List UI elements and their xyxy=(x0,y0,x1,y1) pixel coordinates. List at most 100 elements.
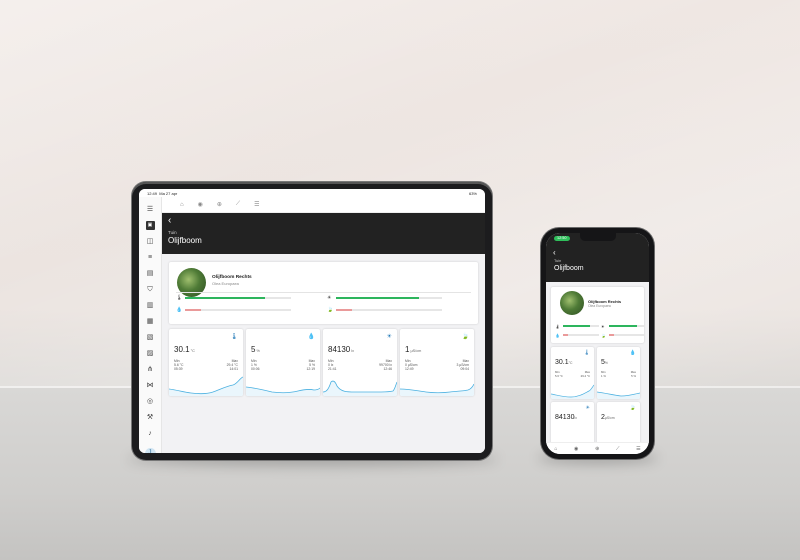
tile-unit: µS/cm xyxy=(410,349,422,353)
moisture-sparkline xyxy=(597,391,640,399)
home-icon[interactable]: ⌂ xyxy=(180,202,184,208)
light-sparkline xyxy=(323,380,397,396)
min-value: 1 % xyxy=(601,373,606,378)
thermometer-icon: 🌡 xyxy=(230,334,238,340)
tile-unit: °C xyxy=(190,349,195,353)
min-value: 5.6 °C xyxy=(555,373,563,378)
plus-icon[interactable]: ⊕ xyxy=(595,446,599,452)
leaf-icon: 🍃 xyxy=(327,307,334,313)
phone-tab-bar: ⌂ ◉ ⊕ ⟋ ☰ xyxy=(546,442,649,454)
phone-notch xyxy=(580,233,616,241)
back-button[interactable]: ‹ xyxy=(553,248,556,257)
tablet-device: 12:49 Ma 27 apr 63% ☰ ▣ ◫ ≡ ▤ ⛉ ▥ ▦ ▧ ▨ … xyxy=(132,182,492,460)
bell-icon[interactable]: ♪ xyxy=(146,429,155,438)
report-icon[interactable]: ▨ xyxy=(146,349,155,358)
temperature-tile[interactable]: 🌡 30.1°C Min Max 5.6 °C 29.4 °C xyxy=(551,347,594,399)
divider xyxy=(176,292,471,293)
temperature-meter: 🌡 xyxy=(555,323,599,329)
hierarchy-icon[interactable]: ⋔ xyxy=(146,365,155,374)
phone-content: Olijfboom Rechts Olea Europaea 🌡 ☀ 💧 🍃 🌡… xyxy=(546,282,649,454)
breadcrumb[interactable]: Tuin xyxy=(554,259,561,263)
light-fill xyxy=(336,297,419,299)
tile-unit: lx xyxy=(574,416,577,420)
leaf-icon: 🍃 xyxy=(601,332,606,338)
sensor-tiles: 🌡 30.1°C Min Max 5.6 °C 29.4 °C 💧 5% Min Ma… xyxy=(551,347,644,454)
phone-screen: 12:50 ‹ Tuin Olijfboom Olijfboom Rechts … xyxy=(546,233,649,454)
back-button[interactable]: ‹ xyxy=(168,216,479,226)
temperature-sparkline xyxy=(551,384,594,399)
compass-icon[interactable]: ◎ xyxy=(146,397,155,406)
tile-unit: % xyxy=(604,361,608,365)
max-value: 5 % xyxy=(631,373,636,378)
tile-unit: °C xyxy=(568,361,573,365)
page-header: ‹ Tuin Olijfboom xyxy=(162,213,485,254)
trend-icon[interactable]: ⟋ xyxy=(236,201,240,208)
light-meter: ☀ xyxy=(327,294,442,302)
tile-unit: % xyxy=(256,349,260,353)
temperature-fill xyxy=(185,297,265,299)
drop-icon: 💧 xyxy=(307,334,315,340)
tile-value: 1 xyxy=(405,345,410,354)
fertility-meter: 🍃 xyxy=(327,306,442,314)
fertility-meter: 🍃 xyxy=(601,332,645,338)
drop-icon: 💧 xyxy=(555,332,560,338)
document-icon[interactable]: ▥ xyxy=(146,301,155,310)
avatar[interactable]: J xyxy=(144,447,156,453)
contact-icon[interactable]: ◫ xyxy=(146,237,155,246)
phone-page-header: 12:50 ‹ Tuin Olijfboom xyxy=(546,233,649,282)
leaf-icon: 🍃 xyxy=(461,334,469,340)
plant-card[interactable]: Olijfboom Rechts Olea Europaea 🌡 ☀ 💧 🍃 xyxy=(169,262,478,324)
sensor-tiles: 🌡 30.1°C Min Max 5.6 °C 29.4 °C 05:39 14:01… xyxy=(169,329,478,396)
thermometer-icon: 🌡 xyxy=(555,323,561,329)
light-meter: ☀ xyxy=(601,323,645,329)
eye-icon[interactable]: ◉ xyxy=(574,446,578,452)
temperature-meter: 🌡 xyxy=(176,294,291,302)
sidebar: ☰ ▣ ◫ ≡ ▤ ⛉ ▥ ▦ ▧ ▨ ⋔ ⋈ ◎ ⚒ ♪ J xyxy=(139,197,162,453)
menu-icon[interactable]: ☰ xyxy=(146,205,155,214)
plant-latin-name: Olea Europaea xyxy=(588,304,611,308)
page-title: Olijfboom xyxy=(168,236,202,245)
plant-card[interactable]: Olijfboom Rechts Olea Europaea 🌡 ☀ 💧 🍃 xyxy=(551,287,645,343)
tile-unit: lx xyxy=(351,349,354,353)
min-time: 12:49 xyxy=(405,367,414,372)
moisture-tile[interactable]: 💧 5% Min Max 1 % 5 % 00:06 12:19 xyxy=(246,329,320,396)
light-tile[interactable]: ☀ 84130lx Min Max 0 lx 99700 lx 21:41 12:46 xyxy=(323,329,397,396)
trend-icon[interactable]: ⟋ xyxy=(616,446,620,452)
tile-unit: µS/cm xyxy=(604,416,615,420)
plant-latin-name: Olea Europaea xyxy=(212,281,239,286)
task-icon[interactable]: ▦ xyxy=(146,317,155,326)
list-icon[interactable]: ≡ xyxy=(146,253,155,262)
chart-icon[interactable]: ▤ xyxy=(146,269,155,278)
max-time: 14:01 xyxy=(229,367,239,372)
list-icon[interactable]: ☰ xyxy=(636,446,640,452)
breadcrumb[interactable]: Tuin xyxy=(168,230,479,235)
status-time: 12:49 xyxy=(147,190,158,196)
sun-icon: ☀ xyxy=(601,323,605,329)
moisture-meter: 💧 xyxy=(176,306,291,314)
temperature-tile[interactable]: 🌡 30.1°C Min Max 5.6 °C 29.4 °C 05:39 14:01 xyxy=(169,329,243,396)
list-icon[interactable]: ☰ xyxy=(254,201,259,208)
eye-icon[interactable]: ◉ xyxy=(198,201,203,208)
drop-icon: 💧 xyxy=(629,350,636,356)
fertility-fill xyxy=(336,309,352,311)
tablet-screen: 12:49 Ma 27 apr 63% ☰ ▣ ◫ ≡ ▤ ⛉ ▥ ▦ ▧ ▨ … xyxy=(139,189,485,453)
max-time: 12:19 xyxy=(306,367,316,372)
home-icon[interactable]: ⌂ xyxy=(554,446,557,452)
tile-value: 30.1 xyxy=(555,359,569,366)
hammer-icon[interactable]: ⚒ xyxy=(146,413,155,422)
plant-icon[interactable]: ▣ xyxy=(145,221,155,230)
book-icon[interactable]: ▧ xyxy=(146,333,155,342)
vscode-icon[interactable]: ⋈ xyxy=(146,381,155,390)
sun-icon: ☀ xyxy=(327,295,332,301)
tile-value: 30.1 xyxy=(174,345,190,354)
phone-device: 12:50 ‹ Tuin Olijfboom Olijfboom Rechts … xyxy=(541,228,654,459)
sun-icon: ☀ xyxy=(386,334,392,340)
moisture-sparkline xyxy=(246,386,320,396)
content-area: Olijfboom Rechts Olea Europaea 🌡 ☀ 💧 🍃 🌡… xyxy=(162,254,485,453)
plus-icon[interactable]: ⊕ xyxy=(217,201,222,208)
shield-icon[interactable]: ⛉ xyxy=(146,285,155,294)
tile-value: 84130 xyxy=(328,345,351,354)
fertility-tile[interactable]: 🍃 1µS/cm Min Max 0 µS/cm 3 µS/cm 12:49 09:0… xyxy=(400,329,474,396)
moisture-fill xyxy=(185,309,201,311)
moisture-tile[interactable]: 💧 5% Min Max 1 % 5 % xyxy=(597,347,640,399)
